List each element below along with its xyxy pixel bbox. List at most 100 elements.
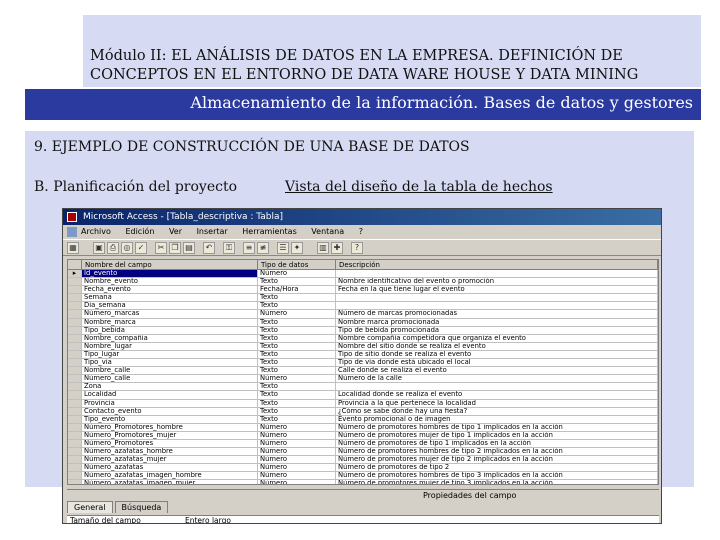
- table-row[interactable]: Nombre_lugar Texto Nombre del sitio donde …: [68, 342, 658, 351]
- property-row[interactable]: Tamaño del campo Entero largo: [67, 515, 659, 523]
- data-type-cell[interactable]: Texto: [258, 391, 336, 399]
- row-selector[interactable]: ▸: [68, 270, 82, 278]
- menu-ayuda[interactable]: ?: [359, 225, 363, 239]
- data-type-cell[interactable]: Texto: [258, 399, 336, 407]
- paste-icon[interactable]: ▤: [183, 242, 195, 254]
- row-selector[interactable]: [68, 278, 82, 286]
- print-icon[interactable]: ⎙: [107, 242, 119, 254]
- description-cell[interactable]: Evento promocional o de imagen: [336, 415, 658, 423]
- description-cell[interactable]: [336, 383, 658, 391]
- menu-edicion[interactable]: Edición: [125, 225, 154, 239]
- field-name-cell[interactable]: Nombre_compañía: [82, 334, 258, 342]
- description-cell[interactable]: [336, 270, 658, 278]
- field-name-cell[interactable]: Nombre_calle: [82, 367, 258, 375]
- field-name-cell[interactable]: Número_Promotores_hombre: [82, 423, 258, 431]
- data-type-cell[interactable]: Número: [258, 431, 336, 439]
- new-object-icon[interactable]: ✚: [331, 242, 343, 254]
- row-selector[interactable]: [68, 318, 82, 326]
- row-selector[interactable]: [68, 310, 82, 318]
- description-cell[interactable]: Nombre del sitio donde se realiza el eve…: [336, 342, 658, 350]
- description-cell[interactable]: Número de promotores hombres de tipo 1 i…: [336, 423, 658, 431]
- tab-general[interactable]: General: [67, 501, 113, 513]
- insert-rows-icon[interactable]: ≡: [243, 242, 255, 254]
- data-type-cell[interactable]: Número: [258, 480, 336, 484]
- preview-icon[interactable]: ◎: [121, 242, 133, 254]
- menu-archivo[interactable]: Archivo: [81, 225, 111, 239]
- table-row[interactable]: Número_azafatas_hombre Número Número de pr…: [68, 448, 658, 457]
- field-name-cell[interactable]: Número_azafatas: [82, 464, 258, 472]
- field-name-cell[interactable]: Tipo_bebida: [82, 326, 258, 334]
- table-row[interactable]: Tipo_vía Texto Tipo de vía donde está ubic…: [68, 359, 658, 368]
- field-name-cell[interactable]: Número_marcas: [82, 310, 258, 318]
- table-row[interactable]: Tipo_bebida Texto Tipo de bebida promocion…: [68, 326, 658, 335]
- description-cell[interactable]: Fecha en la que tiene lugar el evento: [336, 286, 658, 294]
- cut-icon[interactable]: ✂: [155, 242, 167, 254]
- data-type-cell[interactable]: Número: [258, 375, 336, 383]
- row-selector[interactable]: [68, 391, 82, 399]
- description-cell[interactable]: Número de marcas promocionadas: [336, 310, 658, 318]
- description-cell[interactable]: Tipo de vía donde está ubicado el local: [336, 359, 658, 367]
- row-selector[interactable]: [68, 448, 82, 456]
- row-selector[interactable]: [68, 399, 82, 407]
- data-type-cell[interactable]: Texto: [258, 359, 336, 367]
- menu-herramientas[interactable]: Herramientas: [242, 225, 297, 239]
- field-name-cell[interactable]: Número_azafatas_mujer: [82, 456, 258, 464]
- field-name-cell[interactable]: Tipo_lugar: [82, 350, 258, 359]
- table-row[interactable]: Número_Promotores_mujer Número Número de p…: [68, 431, 658, 440]
- description-cell[interactable]: Calle donde se realiza el evento: [336, 367, 658, 375]
- data-type-cell[interactable]: Texto: [258, 302, 336, 310]
- table-row[interactable]: Número_azafatas_imagen_hombre Número Númer…: [68, 472, 658, 481]
- database-window-icon[interactable]: ▥: [317, 242, 329, 254]
- table-row[interactable]: Dia_semana Texto: [68, 302, 658, 311]
- row-selector[interactable]: [68, 286, 82, 294]
- table-row[interactable]: Número_calle Número Número de la calle: [68, 375, 658, 384]
- build-icon[interactable]: ✦: [291, 242, 303, 254]
- field-name-cell[interactable]: Número_azafatas_imagen_hombre: [82, 472, 258, 480]
- row-selector[interactable]: [68, 326, 82, 334]
- field-name-cell[interactable]: Dia_semana: [82, 302, 258, 310]
- table-row[interactable]: Número_Promotores_hombre Número Número de …: [68, 423, 658, 432]
- data-type-cell[interactable]: Número: [258, 456, 336, 464]
- row-selector[interactable]: [68, 439, 82, 448]
- save-icon[interactable]: ▣: [93, 242, 105, 254]
- row-selector[interactable]: [68, 456, 82, 464]
- row-selector[interactable]: [68, 359, 82, 367]
- table-row[interactable]: Contacto_evento Texto ¿Cómo se sabe donde …: [68, 407, 658, 416]
- row-selector[interactable]: [68, 383, 82, 391]
- undo-icon[interactable]: ↶: [203, 242, 215, 254]
- description-cell[interactable]: Número de promotores de tipo 2: [336, 464, 658, 472]
- data-type-cell[interactable]: Número: [258, 423, 336, 431]
- description-cell[interactable]: Número de promotores hombres de tipo 2 i…: [336, 448, 658, 456]
- key-icon[interactable]: ⚿: [223, 242, 235, 254]
- field-name-cell[interactable]: Nombre_evento: [82, 278, 258, 286]
- description-cell[interactable]: Número de promotores mujer de tipo 3 imp…: [336, 480, 658, 484]
- description-cell[interactable]: Provincia a la que pertenece la localida…: [336, 399, 658, 407]
- view-icon[interactable]: ▦: [67, 242, 79, 254]
- window-titlebar[interactable]: Microsoft Access - [Tabla_descriptiva : …: [63, 209, 661, 225]
- field-name-cell[interactable]: Número_azafatas_imagen_mujer: [82, 480, 258, 484]
- row-selector[interactable]: [68, 367, 82, 375]
- table-row[interactable]: Nombre_calle Texto Calle donde se realiza …: [68, 367, 658, 376]
- row-selector[interactable]: [68, 375, 82, 383]
- row-selector[interactable]: [68, 342, 82, 350]
- copy-icon[interactable]: ❐: [169, 242, 181, 254]
- field-name-cell[interactable]: Número_Promotores: [82, 439, 258, 448]
- delete-rows-icon[interactable]: ≢: [257, 242, 269, 254]
- table-row[interactable]: Número_azafatas_mujer Número Número de pro…: [68, 456, 658, 465]
- help-icon[interactable]: ?: [351, 242, 363, 254]
- description-cell[interactable]: Localidad donde se realiza el evento: [336, 391, 658, 399]
- field-name-cell[interactable]: Nombre_lugar: [82, 342, 258, 350]
- data-type-cell[interactable]: Texto: [258, 350, 336, 359]
- row-selector[interactable]: [68, 472, 82, 480]
- field-name-cell[interactable]: Tipo_evento: [82, 415, 258, 423]
- field-name-cell[interactable]: Fecha_evento: [82, 286, 258, 294]
- description-cell[interactable]: Número de promotores de tipo 1 implicado…: [336, 439, 658, 448]
- table-row[interactable]: Semana Texto: [68, 294, 658, 303]
- row-selector[interactable]: [68, 302, 82, 310]
- description-cell[interactable]: [336, 302, 658, 310]
- table-row[interactable]: ▸ Id_evento Número: [68, 270, 658, 279]
- field-name-cell[interactable]: Id_evento: [82, 270, 258, 278]
- data-type-cell[interactable]: Texto: [258, 342, 336, 350]
- data-type-cell[interactable]: Número: [258, 448, 336, 456]
- menu-ver[interactable]: Ver: [169, 225, 182, 239]
